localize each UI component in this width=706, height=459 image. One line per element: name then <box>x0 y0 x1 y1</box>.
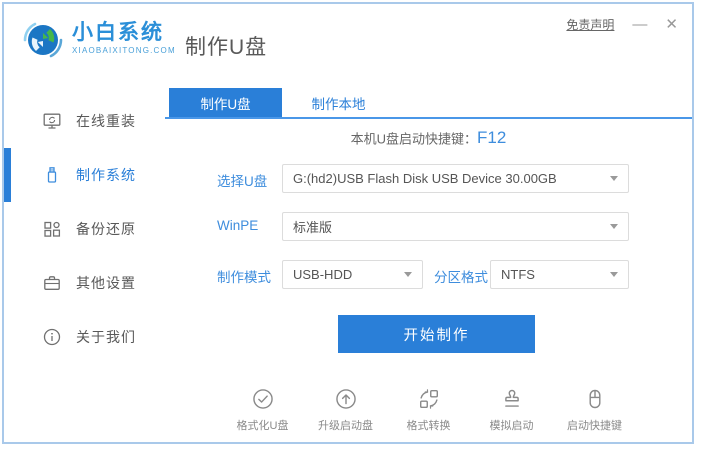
logo-subtitle: XIAOBAIXITONG.COM <box>72 46 176 55</box>
sidebar: 在线重装 制作系统 备份还原 其他设置 关于我们 <box>4 88 164 442</box>
sidebar-item-label: 备份还原 <box>76 221 136 237</box>
partition-format-label: 分区格式 <box>434 270 488 285</box>
chevron-down-icon <box>610 176 618 181</box>
stamp-icon <box>504 389 519 407</box>
window-controls: 免责声明 — ✕ <box>566 16 678 33</box>
tab-make-usb[interactable]: 制作U盘 <box>169 88 282 117</box>
monitor-reinstall-icon <box>42 111 62 131</box>
make-mode-label: 制作模式 <box>217 270 271 285</box>
app-logo-icon <box>23 22 63 58</box>
chevron-down-icon <box>404 272 412 277</box>
sidebar-item-make-system[interactable]: 制作系统 <box>4 148 164 202</box>
logo-title: 小白系统 <box>72 21 164 44</box>
tool-boot-hotkey[interactable]: 启动快捷键 <box>566 387 624 433</box>
page-title: 制作U盘 <box>185 36 268 59</box>
sidebar-item-backup-restore[interactable]: 备份还原 <box>4 202 164 256</box>
disclaimer-link[interactable]: 免责声明 <box>566 16 614 33</box>
sidebar-item-label: 制作系统 <box>76 167 136 183</box>
boot-hotkey-value: F12 <box>477 128 507 147</box>
tool-format-convert[interactable]: 格式转换 <box>400 387 458 433</box>
backup-restore-icon <box>42 219 62 239</box>
tool-upgrade-boot-disk[interactable]: 升级启动盘 <box>317 387 375 433</box>
tool-label: 升级启动盘 <box>318 420 373 432</box>
sidebar-item-about-us[interactable]: 关于我们 <box>4 310 164 364</box>
check-circle-icon <box>252 389 273 409</box>
convert-icon <box>419 389 438 409</box>
tool-label: 模拟启动 <box>489 420 534 432</box>
usb-select-dropdown[interactable]: G:(hd2)USB Flash Disk USB Device 30.00GB <box>282 164 629 193</box>
usb-select-value: G:(hd2)USB Flash Disk USB Device 30.00GB <box>293 171 557 186</box>
minimize-icon[interactable]: — <box>632 16 647 33</box>
briefcase-settings-icon <box>42 273 62 293</box>
partition-format-dropdown[interactable]: NTFS <box>490 260 629 289</box>
winpe-dropdown[interactable]: 标准版 <box>282 212 629 241</box>
usb-select-label: 选择U盘 <box>217 174 268 189</box>
chevron-down-icon <box>610 224 618 229</box>
app-window: 小白系统 XIAOBAIXITONG.COM 制作U盘 免责声明 — ✕ 在线重… <box>2 2 694 444</box>
tab-bar: 制作U盘 制作本地 <box>165 88 692 119</box>
sidebar-item-other-settings[interactable]: 其他设置 <box>4 256 164 310</box>
tool-label: 格式化U盘 <box>236 420 289 432</box>
info-icon <box>42 327 62 347</box>
tab-make-local[interactable]: 制作本地 <box>282 88 395 117</box>
winpe-value: 标准版 <box>293 220 333 235</box>
winpe-label: WinPE <box>217 218 259 233</box>
close-icon[interactable]: ✕ <box>665 16 678 33</box>
start-make-button[interactable]: 开始制作 <box>338 315 535 353</box>
arrow-up-circle-icon <box>335 389 356 409</box>
sidebar-active-indicator <box>4 148 11 202</box>
usb-drive-icon <box>42 165 62 185</box>
sidebar-item-label: 其他设置 <box>76 275 136 291</box>
boot-hotkey-label: 本机U盘启动快捷键： <box>350 131 478 147</box>
logo-text: 小白系统 XIAOBAIXITONG.COM <box>72 21 176 55</box>
tool-simulate-boot[interactable]: 模拟启动 <box>483 387 541 433</box>
mouse-icon <box>588 389 601 409</box>
header: 小白系统 XIAOBAIXITONG.COM 制作U盘 免责声明 — ✕ <box>4 4 692 88</box>
sidebar-item-online-reinstall[interactable]: 在线重装 <box>4 94 164 148</box>
screen: 小白系统 XIAOBAIXITONG.COM 制作U盘 免责声明 — ✕ 在线重… <box>0 0 706 459</box>
tool-label: 启动快捷键 <box>567 420 622 432</box>
make-mode-dropdown[interactable]: USB-HDD <box>282 260 423 289</box>
bottom-toolbar: 格式化U盘 升级启动盘 格式转换 模拟启动 启动快捷键 <box>165 387 692 433</box>
chevron-down-icon <box>610 272 618 277</box>
tool-format-usb[interactable]: 格式化U盘 <box>234 387 292 433</box>
tool-label: 格式转换 <box>406 420 451 432</box>
boot-hotkey-line: 本机U盘启动快捷键：F12 <box>165 128 692 148</box>
sidebar-item-label: 在线重装 <box>76 113 136 129</box>
sidebar-item-label: 关于我们 <box>76 329 136 345</box>
partition-format-value: NTFS <box>501 267 535 282</box>
make-mode-value: USB-HDD <box>293 267 353 282</box>
